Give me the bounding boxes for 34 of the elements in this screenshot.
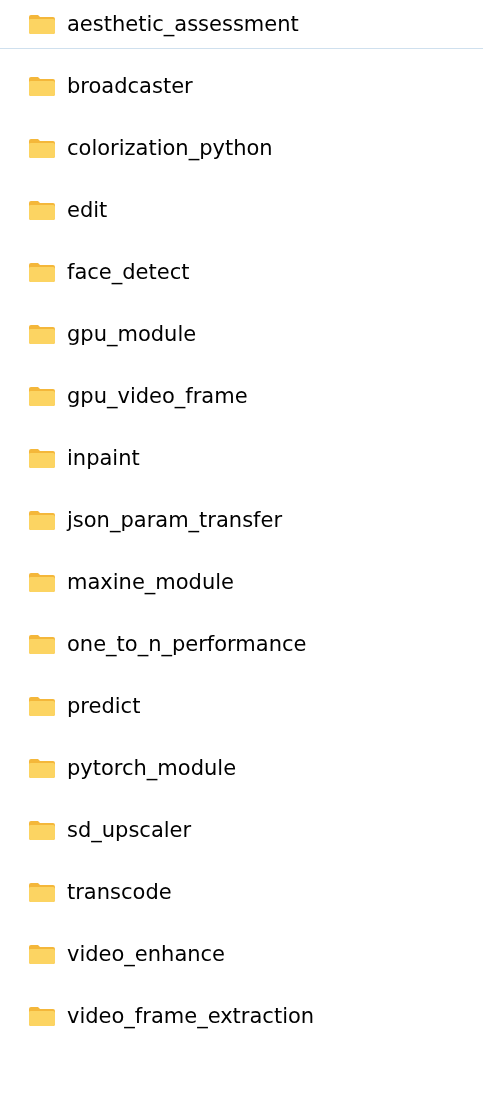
folder-name[interactable]: pytorch_module xyxy=(67,756,237,780)
folder-icon xyxy=(28,385,56,407)
folder-name[interactable]: json_param_transfer xyxy=(67,508,283,532)
folder-icon xyxy=(28,13,56,35)
folder-name[interactable]: maxine_module xyxy=(67,570,234,594)
folder-name[interactable]: colorization_python xyxy=(67,136,273,160)
folder-name[interactable]: broadcaster xyxy=(67,74,193,98)
folder-icon xyxy=(28,261,56,283)
folder-name[interactable]: one_to_n_performance xyxy=(67,632,307,656)
folder-icon xyxy=(28,695,56,717)
folder-name[interactable]: predict xyxy=(67,694,141,718)
folder-name[interactable]: face_detect xyxy=(67,260,190,284)
folder-name[interactable]: video_frame_extraction xyxy=(67,1004,315,1028)
folder-icon xyxy=(28,447,56,469)
folder-icon xyxy=(28,323,56,345)
folder-name[interactable]: gpu_video_frame xyxy=(67,384,248,408)
folder-icon xyxy=(28,757,56,779)
folder-name[interactable]: video_enhance xyxy=(67,942,226,966)
folder-icon xyxy=(28,571,56,593)
folder-icon xyxy=(28,819,56,841)
folder-icon xyxy=(28,137,56,159)
folder-icon xyxy=(28,1005,56,1027)
folder-icon xyxy=(28,75,56,97)
folder-icon xyxy=(28,509,56,531)
folder-name[interactable]: transcode xyxy=(67,880,172,904)
folder-icon xyxy=(28,633,56,655)
folder-icon xyxy=(28,943,56,965)
folder-name[interactable]: sd_upscaler xyxy=(67,818,192,842)
folder-name[interactable]: inpaint xyxy=(67,446,140,470)
folder-name[interactable]: gpu_module xyxy=(67,322,197,346)
folder-icon xyxy=(28,199,56,221)
folder-name[interactable]: aesthetic_assessment xyxy=(67,12,299,36)
folder-icon xyxy=(28,881,56,903)
folder-name[interactable]: edit xyxy=(67,198,108,222)
